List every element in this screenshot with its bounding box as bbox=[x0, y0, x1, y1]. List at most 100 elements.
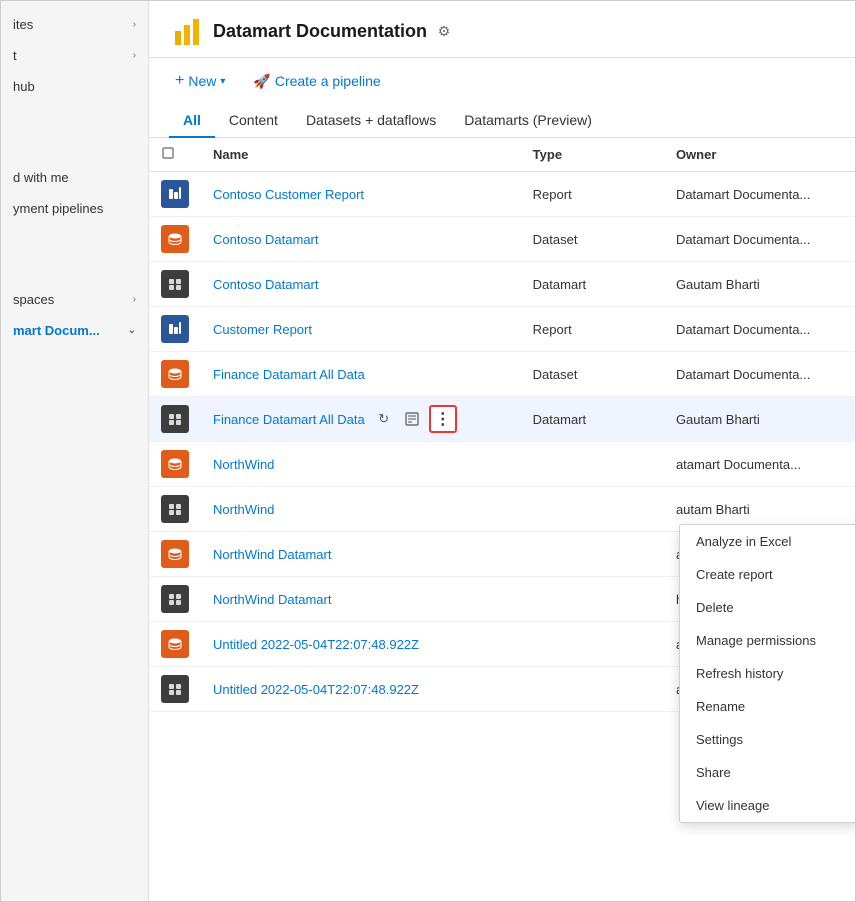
sidebar: ites › t › hub d with me yment pipelines… bbox=[1, 1, 149, 901]
more-actions-button[interactable]: ⋮ bbox=[429, 405, 457, 433]
context-menu-item-create-report[interactable]: Create report bbox=[680, 558, 855, 591]
sidebar-item-recent[interactable]: t › bbox=[1, 40, 148, 71]
pipeline-icon: 🚀 bbox=[253, 73, 270, 90]
create-pipeline-button[interactable]: 🚀 Create a pipeline bbox=[247, 69, 386, 94]
item-name-link[interactable]: Contoso Datamart bbox=[213, 277, 319, 292]
dataset-icon bbox=[161, 540, 189, 568]
item-name-cell: NorthWind Datamart bbox=[201, 577, 521, 622]
row-icon-cell bbox=[149, 532, 201, 577]
item-name-link[interactable]: Untitled 2022-05-04T22:07:48.922Z bbox=[213, 682, 419, 697]
sidebar-item-label: d with me bbox=[13, 170, 69, 185]
item-name-link[interactable]: Finance Datamart All Data bbox=[213, 412, 365, 427]
toolbar: + New ▾ 🚀 Create a pipeline bbox=[149, 58, 855, 104]
table-row-highlighted: Finance Datamart All Data ↻ ⋮ Datamart G… bbox=[149, 397, 855, 442]
item-name-cell: Finance Datamart All Data bbox=[201, 352, 521, 397]
row-icon-cell bbox=[149, 307, 201, 352]
context-menu-item-manage-permissions[interactable]: Manage permissions bbox=[680, 624, 855, 657]
row-icon-cell bbox=[149, 397, 201, 442]
item-owner-cell: atamart Documenta... bbox=[664, 442, 855, 487]
item-name-cell: Contoso Datamart bbox=[201, 217, 521, 262]
item-name-link[interactable]: Contoso Customer Report bbox=[213, 187, 364, 202]
item-type-cell bbox=[521, 667, 664, 712]
sidebar-item-workspaces[interactable]: spaces › bbox=[1, 284, 148, 315]
item-name-link[interactable]: Untitled 2022-05-04T22:07:48.922Z bbox=[213, 637, 419, 652]
col-name-header: Name bbox=[201, 138, 521, 172]
datamart-icon bbox=[161, 585, 189, 613]
query-action-icon[interactable] bbox=[401, 408, 423, 430]
sidebar-item-label: yment pipelines bbox=[13, 201, 103, 216]
row-icon-cell bbox=[149, 172, 201, 217]
tab-datamarts[interactable]: Datamarts (Preview) bbox=[450, 104, 606, 138]
table-row: Contoso Customer Report Report Datamart … bbox=[149, 172, 855, 217]
item-name-link[interactable]: NorthWind Datamart bbox=[213, 592, 331, 607]
item-name-cell: Finance Datamart All Data ↻ ⋮ bbox=[201, 397, 521, 442]
context-menu-item-refresh-history[interactable]: Refresh history bbox=[680, 657, 855, 690]
item-name-link[interactable]: NorthWind bbox=[213, 502, 274, 517]
datamart-icon bbox=[161, 405, 189, 433]
sidebar-item-shared[interactable]: d with me bbox=[1, 162, 148, 193]
col-icon-header bbox=[149, 138, 201, 172]
item-name-cell: Customer Report bbox=[201, 307, 521, 352]
col-owner-header: Owner bbox=[664, 138, 855, 172]
sidebar-item-label: t bbox=[13, 48, 17, 63]
context-menu-item-rename[interactable]: Rename bbox=[680, 690, 855, 723]
item-type-cell bbox=[521, 442, 664, 487]
chevron-right-icon: › bbox=[133, 294, 136, 305]
datamart-icon bbox=[161, 495, 189, 523]
item-name-cell: Untitled 2022-05-04T22:07:48.922Z bbox=[201, 622, 521, 667]
sidebar-item-workspace-active[interactable]: mart Docum... ⌄ bbox=[1, 315, 148, 346]
sidebar-item-pipelines[interactable]: yment pipelines bbox=[1, 193, 148, 224]
datamart-icon bbox=[161, 270, 189, 298]
item-type-cell: Dataset bbox=[521, 352, 664, 397]
row-icon-cell bbox=[149, 577, 201, 622]
context-menu-item-settings[interactable]: Settings bbox=[680, 723, 855, 756]
new-label: New bbox=[188, 73, 216, 89]
workspace-title: Datamart Documentation bbox=[213, 21, 427, 42]
item-name-cell: NorthWind bbox=[201, 487, 521, 532]
item-name-link[interactable]: NorthWind Datamart bbox=[213, 547, 331, 562]
context-menu-item-delete[interactable]: Delete bbox=[680, 591, 855, 624]
tab-all[interactable]: All bbox=[169, 104, 215, 138]
table-row: Customer Report Report Datamart Document… bbox=[149, 307, 855, 352]
refresh-action-icon[interactable]: ↻ bbox=[373, 408, 395, 430]
dataset-icon bbox=[161, 360, 189, 388]
plus-icon: + bbox=[175, 72, 184, 90]
row-icon-cell bbox=[149, 487, 201, 532]
sidebar-item-hub[interactable]: hub bbox=[1, 71, 148, 102]
item-owner-cell: Gautam Bharti bbox=[664, 397, 855, 442]
item-name-cell: Contoso Datamart bbox=[201, 262, 521, 307]
item-type-cell bbox=[521, 622, 664, 667]
chevron-down-icon: ▾ bbox=[220, 76, 225, 87]
tab-datasets[interactable]: Datasets + dataflows bbox=[292, 104, 450, 138]
table-row: Contoso Datamart Dataset Datamart Docume… bbox=[149, 217, 855, 262]
sidebar-item-label: spaces bbox=[13, 292, 54, 307]
item-type-cell bbox=[521, 532, 664, 577]
item-type-cell: Dataset bbox=[521, 217, 664, 262]
context-menu-item-analyze[interactable]: Analyze in Excel bbox=[680, 525, 855, 558]
settings-icon[interactable]: ⚙ bbox=[435, 22, 453, 40]
item-type-cell: Datamart bbox=[521, 397, 664, 442]
item-name-link[interactable]: NorthWind bbox=[213, 457, 274, 472]
chevron-right-icon: › bbox=[133, 19, 136, 30]
tab-bar: All Content Datasets + dataflows Datamar… bbox=[149, 104, 855, 138]
content-table-area: Name Type Owner Contoso Customer Report … bbox=[149, 138, 855, 901]
row-icon-cell bbox=[149, 442, 201, 487]
datamart-icon bbox=[161, 675, 189, 703]
context-menu-item-view-lineage[interactable]: View lineage bbox=[680, 789, 855, 822]
item-name-link[interactable]: Customer Report bbox=[213, 322, 312, 337]
item-name-cell: NorthWind Datamart bbox=[201, 532, 521, 577]
item-name-cell: Contoso Customer Report bbox=[201, 172, 521, 217]
item-name-link[interactable]: Contoso Datamart bbox=[213, 232, 319, 247]
context-menu: Analyze in Excel Create report Delete Ma… bbox=[679, 524, 855, 823]
sidebar-item-favorites[interactable]: ites › bbox=[1, 9, 148, 40]
workspace-header: Datamart Documentation ⚙ bbox=[149, 1, 855, 58]
item-name-link[interactable]: Finance Datamart All Data bbox=[213, 367, 365, 382]
dataset-icon bbox=[161, 630, 189, 658]
item-owner-cell: Datamart Documenta... bbox=[664, 352, 855, 397]
context-menu-item-share[interactable]: Share bbox=[680, 756, 855, 789]
report-icon bbox=[161, 180, 189, 208]
tab-content[interactable]: Content bbox=[215, 104, 292, 138]
row-icon-cell bbox=[149, 217, 201, 262]
new-button[interactable]: + New ▾ bbox=[169, 68, 231, 94]
row-icon-cell bbox=[149, 352, 201, 397]
